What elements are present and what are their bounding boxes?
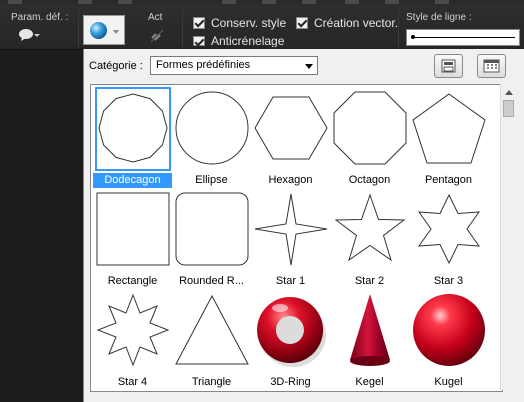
shape-triangle[interactable]: Triangle <box>172 289 251 389</box>
shape-label: Kegel <box>355 376 384 388</box>
creation-vector-label: Création vector. <box>314 16 399 30</box>
shape-label: Star 4 <box>117 376 148 388</box>
category-value: Formes prédéfinies <box>156 59 251 71</box>
shape-star-1[interactable]: Star 1 <box>251 188 330 288</box>
chevron-down-icon <box>113 30 119 34</box>
toolbar-separator <box>78 9 79 47</box>
hexagon-icon <box>254 96 328 160</box>
left-panel <box>0 50 83 402</box>
blue-sphere-icon <box>90 22 107 39</box>
anticrenelage-checkbox[interactable] <box>193 36 205 46</box>
shape-hexagon[interactable]: Hexagon <box>251 87 330 187</box>
shape-rectangle[interactable]: Rectangle <box>93 188 172 288</box>
line-preview <box>415 37 515 38</box>
shape-label: Kugel <box>434 376 463 388</box>
shape-preset-button[interactable] <box>83 15 125 45</box>
shape-kegel[interactable]: Kegel <box>330 289 409 389</box>
shape-rounded-rectangle[interactable]: Rounded R... <box>172 188 251 288</box>
link-icon[interactable] <box>150 29 164 43</box>
speech-bubble-icon[interactable] <box>18 28 40 42</box>
cone-icon <box>350 294 390 366</box>
conserv-style-checkbox[interactable] <box>193 17 205 29</box>
shape-octagon[interactable]: Octagon <box>330 87 409 187</box>
star-5-point-icon <box>334 193 406 262</box>
anticrenelage-label: Anticrénelage <box>211 34 285 47</box>
sphere-icon <box>413 294 485 366</box>
shape-pentagon[interactable]: Pentagon <box>409 87 488 187</box>
category-label: Catégorie : <box>89 60 143 72</box>
shape-label: Star 3 <box>433 275 464 287</box>
shape-kugel[interactable]: Kugel <box>409 289 488 389</box>
chevron-down-icon <box>305 64 313 69</box>
shape-label: Star 2 <box>354 275 385 287</box>
category-dropdown[interactable]: Formes prédéfinies <box>150 56 318 75</box>
shape-label: Pentagon <box>424 174 473 186</box>
grid-view-icon <box>483 59 500 73</box>
conserv-style-label: Conserv. style <box>211 16 287 30</box>
scroll-up-arrow-icon[interactable] <box>505 90 513 95</box>
shape-star-3[interactable]: Star 3 <box>409 188 488 288</box>
shape-ellipse[interactable]: Ellipse <box>172 87 251 187</box>
dodecagon-icon <box>98 93 168 163</box>
shape-label: Rectangle <box>107 275 158 287</box>
shape-label: Octagon <box>348 174 391 186</box>
star-4-point-icon <box>254 193 328 266</box>
rounded-rectangle-icon <box>175 192 249 266</box>
gallery-scrollbar[interactable] <box>500 84 517 390</box>
toolbar-separator <box>182 9 183 47</box>
line-style-selector[interactable] <box>406 29 520 46</box>
shape-label: 3D-Ring <box>270 376 311 388</box>
shape-label: Star 1 <box>275 275 306 287</box>
shape-3d-ring[interactable]: 3D-Ring <box>251 289 330 389</box>
shape-label: Ellipse <box>195 174 228 186</box>
shape-dodecagon[interactable]: Dodecagon <box>93 87 172 188</box>
toolbar-separator <box>398 9 399 47</box>
shape-label: Dodecagon <box>93 173 172 188</box>
pentagon-icon <box>412 93 486 164</box>
3d-ring-icon <box>257 297 326 367</box>
triangle-icon <box>175 294 249 365</box>
shape-star-4[interactable]: Star 4 <box>93 289 172 389</box>
star-8-point-icon <box>96 293 170 367</box>
shape-star-2[interactable]: Star 2 <box>330 188 409 288</box>
act-label: Act <box>148 12 163 23</box>
param-label: Param. déf. : <box>11 12 69 23</box>
star-6-point-icon <box>417 193 481 265</box>
view-options-button[interactable] <box>477 54 506 78</box>
options-toolbar: Param. déf. : Act Conserv. style Créatio… <box>0 5 524 50</box>
rectangle-icon <box>96 192 170 266</box>
shape-label: Hexagon <box>268 174 313 186</box>
shape-gallery: Dodecagon Ellipse Hexagon Octagon Pentag… <box>90 84 503 392</box>
shape-label: Triangle <box>191 376 232 388</box>
octagon-icon <box>333 91 407 165</box>
shape-picker-popup: Catégorie : Formes prédéfinies Dodecagon <box>83 49 524 402</box>
shape-label: Rounded R... <box>179 275 244 287</box>
scrollbar-thumb[interactable] <box>503 100 514 117</box>
save-preset-button[interactable] <box>434 54 463 78</box>
creation-vector-checkbox[interactable] <box>296 17 308 29</box>
line-style-label: Style de ligne : <box>406 12 472 23</box>
save-folder-icon <box>441 59 456 73</box>
ellipse-icon <box>175 91 249 165</box>
